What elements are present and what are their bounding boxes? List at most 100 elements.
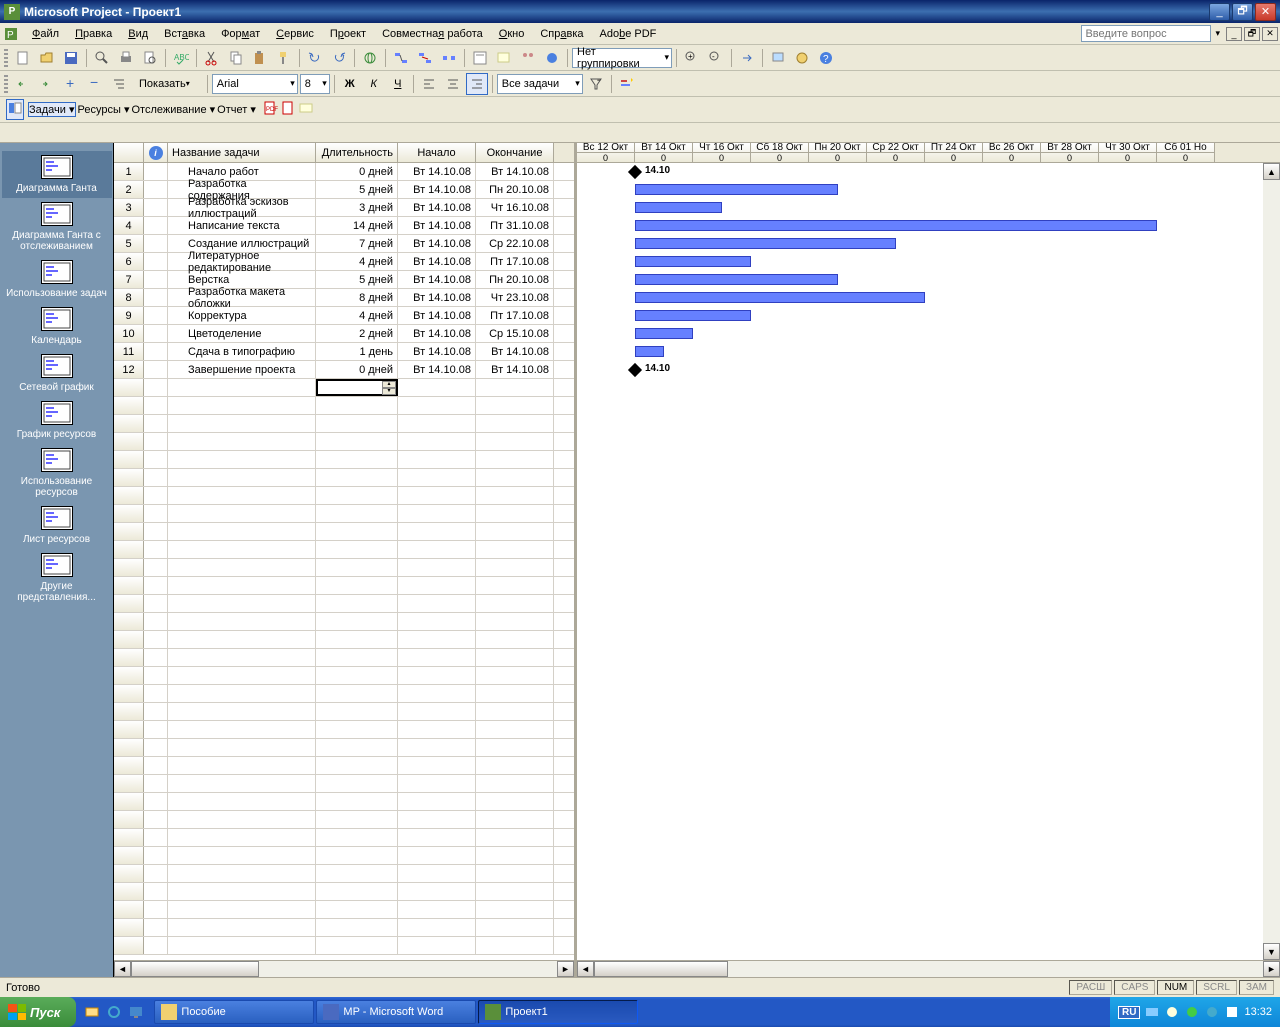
info-cell[interactable] bbox=[144, 739, 168, 756]
duration-cell[interactable]: 0 дней bbox=[316, 361, 398, 378]
tray-icon[interactable] bbox=[1204, 1004, 1220, 1020]
taskbar-item[interactable]: Проект1 bbox=[478, 1000, 638, 1024]
hyperlink-button[interactable] bbox=[359, 47, 381, 69]
table-row[interactable] bbox=[114, 829, 574, 847]
start-cell[interactable] bbox=[398, 595, 476, 612]
table-row[interactable] bbox=[114, 487, 574, 505]
row-number[interactable]: 9 bbox=[114, 307, 144, 324]
start-cell[interactable] bbox=[398, 901, 476, 918]
tray-icon[interactable] bbox=[1164, 1004, 1180, 1020]
table-row[interactable] bbox=[114, 883, 574, 901]
publish-button[interactable] bbox=[541, 47, 563, 69]
table-row[interactable]: 7 Верстка 5 дней Вт 14.10.08 Пн 20.10.08 bbox=[114, 271, 574, 289]
table-body[interactable]: 1 Начало работ 0 дней Вт 14.10.08 Вт 14.… bbox=[114, 163, 574, 960]
end-cell[interactable] bbox=[476, 397, 554, 414]
restore-button[interactable]: 🗗 bbox=[1232, 3, 1253, 21]
menu-collab[interactable]: Совместная работа bbox=[374, 26, 491, 42]
start-column-header[interactable]: Начало bbox=[398, 143, 476, 162]
duration-cell[interactable] bbox=[316, 505, 398, 522]
row-number[interactable] bbox=[114, 451, 144, 468]
menu-help[interactable]: Справка bbox=[532, 26, 591, 42]
show-subtasks-button[interactable]: + bbox=[60, 73, 82, 95]
row-number[interactable] bbox=[114, 757, 144, 774]
row-number[interactable] bbox=[114, 595, 144, 612]
info-cell[interactable] bbox=[144, 685, 168, 702]
task-name-cell[interactable] bbox=[168, 757, 316, 774]
end-cell[interactable] bbox=[476, 631, 554, 648]
scroll-left-button[interactable]: ◄ bbox=[114, 961, 131, 977]
start-cell[interactable] bbox=[398, 937, 476, 954]
table-row[interactable] bbox=[114, 469, 574, 487]
end-cell[interactable] bbox=[476, 739, 554, 756]
tasks-tab[interactable]: Задачи ▾ bbox=[28, 102, 76, 117]
start-cell[interactable]: Вт 14.10.08 bbox=[398, 163, 476, 180]
vertical-scrollbar[interactable]: ▲ ▼ bbox=[1263, 163, 1280, 960]
scroll-down-button[interactable]: ▼ bbox=[1263, 943, 1280, 960]
toolbar-grip[interactable] bbox=[4, 49, 8, 67]
start-cell[interactable] bbox=[398, 469, 476, 486]
duration-cell[interactable] bbox=[316, 775, 398, 792]
duration-cell[interactable] bbox=[316, 577, 398, 594]
scroll-left-button[interactable]: ◄ bbox=[577, 961, 594, 977]
align-left-button[interactable] bbox=[418, 73, 440, 95]
table-row[interactable] bbox=[114, 793, 574, 811]
timescale-cell[interactable]: Вс 12 Окт0 bbox=[577, 143, 635, 162]
menu-project[interactable]: Проект bbox=[322, 26, 374, 42]
app-menu-icon[interactable]: P bbox=[2, 25, 20, 43]
menu-insert[interactable]: Вставка bbox=[156, 26, 213, 42]
tray-icon[interactable] bbox=[1144, 1004, 1160, 1020]
viewbar-item[interactable]: Использование задач bbox=[2, 256, 112, 303]
italic-button[interactable]: К bbox=[363, 73, 385, 95]
info-cell[interactable] bbox=[144, 361, 168, 378]
duration-column-header[interactable]: Длительность bbox=[316, 143, 398, 162]
indent-button[interactable] bbox=[36, 73, 58, 95]
row-number[interactable]: 2 bbox=[114, 181, 144, 198]
end-cell[interactable] bbox=[476, 613, 554, 630]
start-cell[interactable] bbox=[398, 775, 476, 792]
end-cell[interactable] bbox=[476, 505, 554, 522]
duration-cell[interactable] bbox=[316, 613, 398, 630]
info-cell[interactable] bbox=[144, 379, 168, 396]
end-cell[interactable] bbox=[476, 829, 554, 846]
duration-cell[interactable] bbox=[316, 487, 398, 504]
task-name-cell[interactable] bbox=[168, 793, 316, 810]
bold-button[interactable]: Ж bbox=[339, 73, 361, 95]
info-cell[interactable] bbox=[144, 901, 168, 918]
info-cell[interactable] bbox=[144, 163, 168, 180]
duration-cell[interactable]: 3 дней bbox=[316, 199, 398, 216]
info-cell[interactable] bbox=[144, 235, 168, 252]
end-cell[interactable]: Чт 23.10.08 bbox=[476, 289, 554, 306]
end-cell[interactable] bbox=[476, 937, 554, 954]
start-cell[interactable] bbox=[398, 397, 476, 414]
start-cell[interactable] bbox=[398, 541, 476, 558]
start-cell[interactable] bbox=[398, 757, 476, 774]
row-number[interactable] bbox=[114, 685, 144, 702]
zoom-out-button[interactable]: - bbox=[705, 47, 727, 69]
task-name-cell[interactable] bbox=[168, 559, 316, 576]
table-row[interactable]: 4 Написание текста 14 дней Вт 14.10.08 П… bbox=[114, 217, 574, 235]
undo-button[interactable] bbox=[304, 47, 326, 69]
info-cell[interactable] bbox=[144, 721, 168, 738]
close-button[interactable]: ✕ bbox=[1255, 3, 1276, 21]
table-row[interactable] bbox=[114, 451, 574, 469]
viewbar-item[interactable]: Использование ресурсов bbox=[2, 444, 112, 502]
row-number[interactable] bbox=[114, 397, 144, 414]
start-cell[interactable] bbox=[398, 739, 476, 756]
row-number[interactable] bbox=[114, 811, 144, 828]
gantt-bar[interactable] bbox=[635, 310, 751, 321]
task-name-cell[interactable] bbox=[168, 775, 316, 792]
start-cell[interactable]: Вт 14.10.08 bbox=[398, 253, 476, 270]
row-number[interactable]: 8 bbox=[114, 289, 144, 306]
duration-cell[interactable] bbox=[316, 541, 398, 558]
info-cell[interactable] bbox=[144, 703, 168, 720]
end-cell[interactable] bbox=[476, 649, 554, 666]
table-row[interactable] bbox=[114, 811, 574, 829]
duration-cell[interactable] bbox=[316, 901, 398, 918]
link-tasks-button[interactable] bbox=[390, 47, 412, 69]
task-name-cell[interactable] bbox=[168, 721, 316, 738]
row-number[interactable] bbox=[114, 469, 144, 486]
end-cell[interactable]: Пт 17.10.08 bbox=[476, 253, 554, 270]
timescale-cell[interactable]: Пт 24 Окт0 bbox=[925, 143, 983, 162]
info-cell[interactable] bbox=[144, 595, 168, 612]
info-column-header[interactable]: i bbox=[144, 143, 168, 162]
